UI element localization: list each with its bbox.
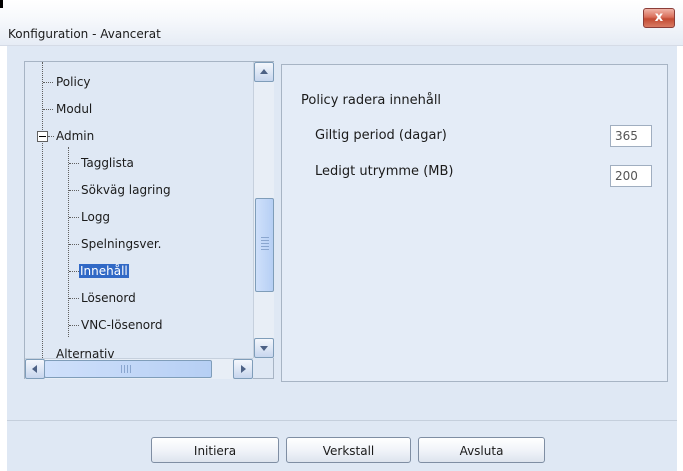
tree-item-label: Lösenord	[81, 291, 136, 305]
tree-branch	[69, 163, 79, 164]
tree-item-label: Alternativ	[56, 347, 115, 358]
tree-item-label: VNC-lösenord	[81, 318, 163, 332]
tree-item-innehall[interactable]: Innehåll	[79, 261, 129, 281]
tree-item-label: Policy	[56, 75, 91, 89]
tree-horizontal-scrollbar[interactable]	[25, 358, 253, 379]
grip-line	[261, 237, 269, 238]
valid-period-label: Giltig period (dagar)	[315, 128, 447, 143]
scrollbar-corner	[253, 358, 273, 378]
tree-branch	[69, 271, 79, 272]
tree-branch	[69, 244, 79, 245]
tree-item-label: Modul	[56, 102, 93, 116]
free-space-input[interactable]	[610, 165, 652, 187]
settings-panel: Policy radera innehåll Giltig period (da…	[281, 64, 668, 382]
grip-line	[121, 365, 122, 373]
scroll-down-button[interactable]	[254, 338, 274, 358]
tree-branch	[69, 325, 79, 326]
scroll-left-button[interactable]	[25, 359, 45, 379]
close-button[interactable]: x	[643, 8, 675, 28]
tree-branch	[69, 298, 79, 299]
grip-line	[261, 243, 269, 244]
grip-line	[124, 365, 125, 373]
chevron-right-icon	[241, 365, 246, 373]
tree-item-logg[interactable]: Logg	[81, 207, 110, 227]
grip-line	[261, 240, 269, 241]
initiera-button[interactable]: Initiera	[151, 437, 279, 463]
tree-item-label-selected: Innehåll	[79, 264, 129, 278]
scroll-thumb-vertical[interactable]	[255, 198, 274, 292]
tree-branch	[69, 190, 79, 191]
tree-item-sokvag-lagring[interactable]: Sökväg lagring	[81, 180, 171, 200]
chevron-left-icon	[32, 365, 37, 373]
tree-branch	[48, 136, 54, 137]
footer-divider	[7, 420, 677, 421]
tree-branch	[43, 109, 53, 110]
tree-item-spelningsver[interactable]: Spelningsver.	[81, 234, 162, 254]
tree-connector-root	[42, 62, 43, 358]
tree-item-label: Admin	[56, 129, 95, 143]
tree-item-label: Spelningsver.	[81, 237, 162, 251]
window-corner-mark	[0, 0, 3, 8]
tree-item-losenord[interactable]: Lösenord	[81, 288, 136, 308]
settings-tree: Policy Modul Admin Tagglista Sökväg lagr…	[24, 61, 274, 379]
tree-vertical-scrollbar[interactable]	[253, 62, 274, 358]
grip-line	[127, 365, 128, 373]
chevron-down-icon	[260, 346, 268, 351]
grip-line	[130, 365, 131, 373]
section-title: Policy radera innehåll	[301, 93, 442, 108]
avsluta-button[interactable]: Avsluta	[418, 437, 545, 463]
tree-item-label: Sökväg lagring	[81, 183, 171, 197]
scroll-right-button[interactable]	[233, 359, 253, 379]
scroll-thumb-horizontal[interactable]	[44, 360, 212, 378]
chevron-up-icon	[260, 69, 268, 74]
close-icon: x	[654, 10, 664, 25]
tree-item-vnc-losenord[interactable]: VNC-lösenord	[81, 315, 163, 335]
tree-item-policy[interactable]: Policy	[56, 72, 91, 92]
grip-line	[261, 249, 269, 250]
tree-connector-admin	[68, 147, 69, 337]
valid-period-input[interactable]	[610, 125, 652, 147]
tree-item-alternativ[interactable]: Alternativ	[56, 344, 114, 358]
tree-item-admin[interactable]: Admin	[56, 126, 94, 146]
free-space-label: Ledigt utrymme (MB)	[315, 164, 454, 179]
tree-branch	[43, 82, 53, 83]
tree-item-label: Logg	[81, 210, 111, 224]
scroll-up-button[interactable]	[254, 62, 274, 82]
tree-item-label: Tagglista	[81, 156, 134, 170]
window-title: Konfiguration - Avancerat	[8, 27, 161, 41]
verkstall-button[interactable]: Verkstall	[286, 437, 411, 463]
tree-item-modul[interactable]: Modul	[56, 99, 92, 119]
tree-viewport: Policy Modul Admin Tagglista Sökväg lagr…	[25, 62, 253, 358]
title-bar[interactable]: Konfiguration - Avancerat x	[0, 0, 683, 46]
minus-glyph	[39, 136, 46, 137]
dialog-window: Konfiguration - Avancerat x Policy Modul…	[0, 0, 683, 471]
tree-branch	[69, 217, 79, 218]
tree-item-tagglista[interactable]: Tagglista	[81, 153, 134, 173]
grip-line	[261, 246, 269, 247]
